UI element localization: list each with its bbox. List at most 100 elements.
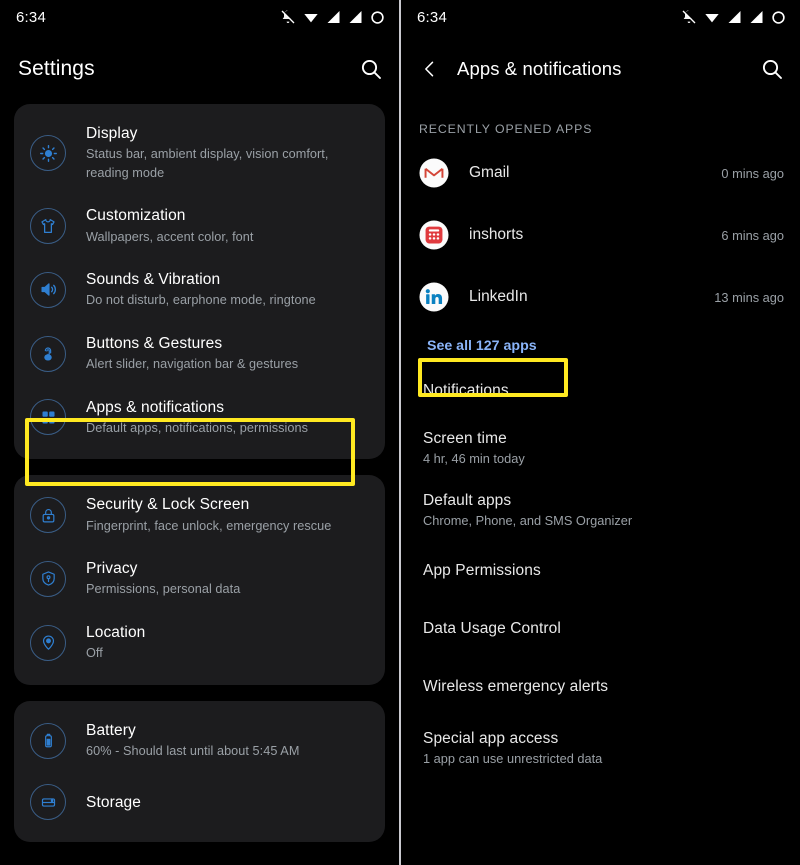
sidebar-item-storage[interactable]: Storage [14, 772, 385, 832]
item-title: Screen time [423, 430, 507, 447]
sidebar-item-label: Privacy [86, 560, 138, 578]
settings-appbar: Settings [0, 34, 399, 104]
item-title: Data Usage Control [423, 620, 561, 637]
svg-text:x: x [756, 12, 759, 18]
app-name: inshorts [469, 226, 524, 243]
list-item-data-usage-control[interactable]: Data Usage Control [419, 600, 784, 658]
apps-notifications-panel: 6:34 x Apps & notifications RECENTLY OPE… [401, 0, 800, 865]
sidebar-item-subtitle: 60% - Should last until about 5:45 AM [86, 744, 300, 759]
sidebar-item-customization[interactable]: Customization Wallpapers, accent color, … [14, 194, 385, 258]
app-name: LinkedIn [469, 288, 528, 305]
sidebar-item-privacy[interactable]: Privacy Permissions, personal data [14, 547, 385, 611]
item-subtitle: 1 app can use unrestricted data [423, 751, 603, 766]
sidebar-item-subtitle: Permissions, personal data [86, 582, 241, 597]
status-icon-group: x [280, 9, 385, 25]
sidebar-item-label: Display [86, 125, 138, 142]
sidebar-item-label: Apps & notifications [86, 398, 225, 416]
sidebar-item-label: Customization [86, 207, 186, 225]
status-time: 6:34 [417, 8, 447, 26]
app-last-used: 0 mins ago [721, 165, 784, 181]
wifi-icon [705, 14, 719, 23]
app-name: Gmail [469, 164, 510, 181]
list-item-special-app-access[interactable]: Special app access 1 app can use unrestr… [419, 716, 784, 780]
row-texts: Battery 60% - Should last until about 5:… [86, 721, 299, 761]
search-button-right[interactable] [760, 57, 784, 81]
back-chevron-icon [425, 61, 434, 77]
sidebar-item-subtitle: Default apps, notifications, permissions [86, 420, 309, 435]
signal-icon [728, 11, 741, 23]
list-item-linkedin[interactable]: LinkedIn 13 mins ago [419, 266, 784, 328]
bell-muted-icon [682, 10, 696, 24]
sidebar-item-subtitle: Fingerprint, face unlock, emergency resc… [86, 518, 332, 533]
settings-group-3: Battery 60% - Should last until about 5:… [14, 700, 385, 843]
list-item-default-apps[interactable]: Default apps Chrome, Phone, and SMS Orga… [419, 478, 784, 542]
brightness-icon [30, 135, 66, 172]
signal-x-icon: x [750, 11, 763, 23]
settings-group-1: Display Status bar, ambient display, vis… [14, 104, 385, 460]
wifi-icon [304, 14, 318, 23]
sidebar-item-buttons-gestures[interactable]: Buttons & Gestures Alert slider, navigat… [14, 322, 385, 386]
sidebar-item-display[interactable]: Display Status bar, ambient display, vis… [14, 112, 385, 194]
sidebar-item-label: Location [86, 623, 146, 641]
sidebar-item-location[interactable]: Location Off [14, 611, 385, 675]
recently-opened-apps-label: RECENTLY OPENED APPS [419, 122, 593, 136]
sidebar-item-subtitle: Wallpapers, accent color, font [86, 229, 254, 244]
sidebar-item-label: Battery [86, 721, 136, 739]
item-title: Special app access [423, 730, 559, 747]
item-subtitle: 4 hr, 46 min today [423, 451, 525, 466]
sidebar-item-sounds-vibration[interactable]: Sounds & Vibration Do not disturb, earph… [14, 258, 385, 322]
page-title: Settings [18, 57, 95, 80]
sidebar-item-subtitle: Alert slider, navigation bar & gestures [86, 357, 299, 372]
volume-icon [30, 271, 66, 308]
inshorts-icon [419, 220, 449, 250]
row-texts: Apps & notifications Default apps, notif… [86, 398, 308, 438]
list-item-app-permissions[interactable]: App Permissions [419, 542, 784, 600]
shield-key-icon [30, 560, 66, 597]
bell-muted-icon [281, 10, 295, 24]
sidebar-item-label: Storage [86, 793, 141, 811]
location-pin-icon [30, 624, 66, 661]
row-texts: Privacy Permissions, personal data [86, 559, 240, 599]
sidebar-item-label: Sounds & Vibration [86, 270, 221, 288]
search-icon [361, 59, 381, 79]
item-subtitle: Chrome, Phone, and SMS Organizer [423, 513, 633, 528]
row-texts: Display Status bar, ambient display, vis… [86, 124, 371, 182]
status-bar-right: 6:34 x [401, 0, 800, 34]
page-title: Apps & notifications [457, 58, 622, 79]
status-icon-group: x [681, 9, 786, 25]
search-icon [762, 59, 782, 79]
list-item-gmail[interactable]: Gmail 0 mins ago [419, 142, 784, 204]
row-texts: Storage [86, 793, 141, 812]
sidebar-item-apps-notifications[interactable]: Apps & notifications Default apps, notif… [14, 386, 385, 450]
search-button-left[interactable] [359, 57, 383, 81]
tshirt-icon [30, 208, 66, 245]
gmail-icon [419, 158, 449, 188]
row-texts: Sounds & Vibration Do not disturb, earph… [86, 270, 316, 310]
item-title: Wireless emergency alerts [423, 678, 609, 695]
linkedin-icon [419, 282, 449, 312]
item-title: Default apps [423, 492, 512, 509]
battery-circle-icon [772, 10, 785, 24]
list-item-inshorts[interactable]: inshorts 6 mins ago [419, 204, 784, 266]
app-last-used: 13 mins ago [714, 289, 784, 305]
lock-icon [30, 497, 66, 534]
see-all-apps-link[interactable]: See all 127 apps [419, 328, 537, 364]
sidebar-item-battery[interactable]: Battery 60% - Should last until about 5:… [14, 709, 385, 773]
status-bar-left: 6:34 x [0, 0, 399, 34]
battery-icon [30, 722, 66, 759]
list-item-screen-time[interactable]: Screen time 4 hr, 46 min today [419, 418, 784, 478]
back-button[interactable] [417, 56, 443, 82]
sidebar-item-subtitle: Status bar, ambient display, vision comf… [86, 147, 329, 180]
recent-apps-list: Gmail 0 mins ago inshorts 6 mins ago Lin… [401, 142, 800, 780]
row-texts: Customization Wallpapers, accent color, … [86, 206, 253, 246]
sidebar-item-security-lock-screen[interactable]: Security & Lock Screen Fingerprint, face… [14, 483, 385, 547]
row-texts: Buttons & Gestures Alert slider, navigat… [86, 334, 298, 374]
list-item-wireless-emergency-alerts[interactable]: Wireless emergency alerts [419, 658, 784, 716]
sidebar-item-label: Buttons & Gestures [86, 334, 223, 352]
storage-icon [30, 784, 66, 821]
sidebar-item-subtitle: Do not disturb, earphone mode, ringtone [86, 293, 316, 308]
settings-card-list: Display Status bar, ambient display, vis… [0, 104, 399, 843]
dual-screenshot-container: 6:34 x Settings Display Status bar, ambi… [0, 0, 800, 865]
signal-x-icon: x [349, 11, 362, 23]
list-item-notifications[interactable]: Notifications [419, 364, 784, 418]
